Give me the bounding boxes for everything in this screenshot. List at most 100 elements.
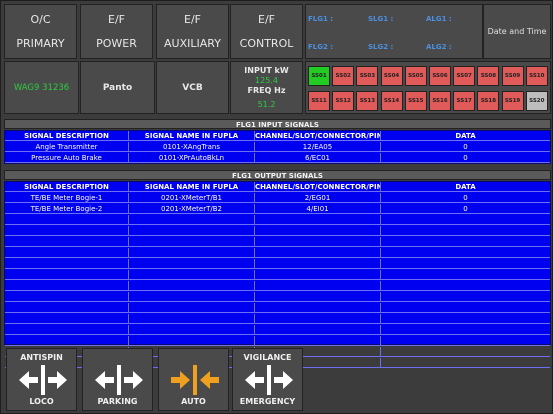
ss-indicator-ss09[interactable]: SS09 — [501, 66, 524, 86]
button-line1: E/F — [184, 12, 201, 26]
ef-power-button[interactable]: E/F POWER — [80, 4, 153, 59]
date-time-label: Date and Time — [487, 27, 547, 36]
ss-indicator-ss13[interactable]: SS13 — [356, 91, 379, 111]
ss-indicator-ss08[interactable]: SS08 — [477, 66, 500, 86]
table-cell — [5, 292, 129, 302]
table-cell — [5, 336, 129, 346]
table-cell — [255, 314, 381, 324]
table-cell — [381, 248, 550, 258]
input-signals-title: FLG1 INPUT SIGNALS — [4, 119, 551, 129]
table-cell — [381, 336, 550, 346]
table-row[interactable]: TE/BE Meter Bogie-1 0201-XMeterT/B1 2/EG01… — [5, 193, 550, 203]
empty-table-row — [5, 303, 550, 313]
table-cell — [381, 270, 550, 280]
ss-indicator-ss04[interactable]: SS04 — [380, 66, 403, 86]
slg2-label: SLG2 : — [368, 43, 394, 51]
table-cell — [255, 270, 381, 280]
empty-table-row — [5, 226, 550, 236]
table-cell: 0 — [463, 154, 468, 162]
button-line1: E/F — [258, 12, 275, 26]
auto-button[interactable]: AUTO — [158, 348, 229, 411]
table-cell — [129, 292, 255, 302]
antispin-loco-button[interactable]: ANTISPIN LOCO — [6, 348, 77, 411]
ef-auxiliary-button[interactable]: E/F AUXILIARY — [156, 4, 229, 59]
brake-release-icon — [19, 365, 67, 395]
oc-primary-button[interactable]: O/C PRIMARY — [4, 4, 77, 59]
alg1-label: ALG1 : — [426, 15, 452, 23]
ss-indicator-ss03[interactable]: SS03 — [356, 66, 379, 86]
table-cell — [5, 303, 129, 313]
table-cell: 0 — [463, 194, 468, 202]
table-row[interactable]: Pressure Auto Brake 0101-XPrAutoBkLn 6/EC0… — [5, 153, 550, 163]
button-line2: CONTROL — [239, 36, 294, 50]
table-cell: 2/EG01 — [255, 193, 381, 203]
table-cell — [129, 336, 255, 346]
empty-table-row — [5, 314, 550, 324]
empty-table-row — [5, 248, 550, 258]
table-cell: TE/BE Meter Bogie-2 — [5, 204, 129, 214]
ss-indicator-ss06[interactable]: SS06 — [429, 66, 451, 86]
ss-indicator-ss10[interactable]: SS10 — [525, 66, 548, 86]
ss-indicator-ss17[interactable]: SS17 — [453, 91, 476, 111]
button-label-bottom: AUTO — [181, 397, 206, 406]
vigilance-emergency-button[interactable]: VIGILANCE EMERGENCY — [232, 348, 303, 411]
table-cell — [381, 358, 550, 368]
ss-indicator-ss07[interactable]: SS07 — [453, 66, 476, 86]
screen: O/C PRIMARY E/F POWER E/F AUXILIARY E/F … — [0, 0, 553, 414]
vcb-label: VCB — [182, 82, 203, 93]
input-kw-label: INPUT kW — [244, 65, 289, 75]
ss-indicator-ss12[interactable]: SS12 — [332, 91, 355, 111]
button-label-bottom: LOCO — [29, 397, 54, 406]
table-cell — [381, 237, 550, 247]
table-cell — [255, 281, 381, 291]
table-cell — [381, 347, 550, 357]
empty-table-row — [5, 215, 550, 225]
empty-table-row — [5, 237, 550, 247]
button-line2: POWER — [96, 36, 137, 50]
button-label-top: ANTISPIN — [20, 353, 63, 362]
freq-value: 51.2 — [257, 99, 276, 109]
ss-indicator-ss15[interactable]: SS15 — [404, 91, 427, 111]
table-cell — [381, 281, 550, 291]
ss-indicator-ss14[interactable]: SS14 — [380, 91, 403, 111]
table-cell — [129, 226, 255, 236]
table-cell: 0201-XMeterT/B1 — [129, 193, 255, 203]
table-cell — [381, 292, 550, 302]
ef-control-button[interactable]: E/F CONTROL — [230, 4, 303, 59]
ss-indicator-ss19[interactable]: SS19 — [501, 91, 524, 111]
vcb-box: VCB — [156, 61, 229, 114]
table-cell — [381, 226, 550, 236]
ss-indicator-ss16[interactable]: SS16 — [429, 91, 451, 111]
flg-status-panel: FLG1 : SLG1 : ALG1 : FLG2 : SLG2 : ALG2 … — [305, 4, 483, 59]
column-header: CHANNEL/SLOT/CONNECTOR/PIN — [255, 131, 381, 141]
ss-indicator-ss20[interactable]: SS20 — [525, 91, 548, 111]
parking-button[interactable]: PARKING — [82, 348, 153, 411]
button-label-bottom: PARKING — [97, 397, 138, 406]
ss-indicator-ss11[interactable]: SS11 — [308, 91, 330, 111]
table-row[interactable]: Angle Transmitter 0101-XAngTrans 12/EA05 0 — [5, 142, 550, 152]
ss-indicator-ss18[interactable]: SS18 — [477, 91, 500, 111]
table-row[interactable]: TE/BE Meter Bogie-2 0201-XMeterT/B2 4/EI01… — [5, 204, 550, 214]
table-header-row: SIGNAL DESCRIPTION SIGNAL NAME IN FUPLA CH… — [5, 131, 550, 141]
table-cell — [255, 259, 381, 269]
button-line1: O/C — [30, 12, 51, 26]
table-cell: 0101-XAngTrans — [129, 142, 255, 152]
ss-indicator-ss05[interactable]: SS05 — [404, 66, 427, 86]
table-cell: Angle Transmitter — [5, 142, 129, 152]
table-cell — [381, 303, 550, 313]
power-freq-box: INPUT kW 125.4 FREQ Hz 51.2 — [230, 61, 303, 114]
table-cell — [5, 215, 129, 225]
table-cell — [5, 270, 129, 280]
table-cell — [255, 215, 381, 225]
loco-id: WAG9 31236 — [13, 82, 70, 93]
ss-indicator-ss01[interactable]: SS01 — [308, 66, 330, 86]
ss-indicator-ss02[interactable]: SS02 — [332, 66, 355, 86]
table-cell — [255, 325, 381, 335]
table-cell — [255, 248, 381, 258]
table-cell — [129, 270, 255, 280]
empty-table-row — [5, 270, 550, 280]
flg2-label: FLG2 : — [308, 43, 334, 51]
table-cell — [5, 325, 129, 335]
empty-table-row — [5, 259, 550, 269]
table-cell: 0201-XMeterT/B2 — [129, 204, 255, 214]
